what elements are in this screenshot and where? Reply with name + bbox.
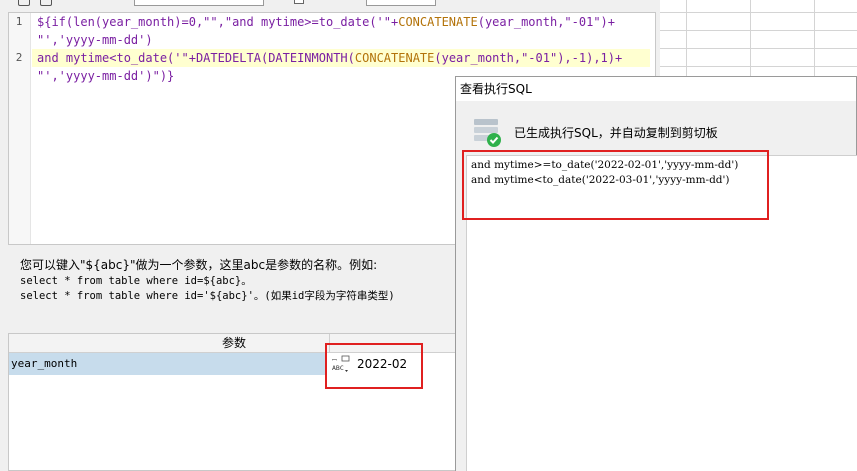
toolbar-combo[interactable]	[366, 0, 436, 6]
view-sql-dialog: 查看执行SQL 已生成执行SQL，并自动复制到剪切板 and mytime>=t…	[455, 76, 857, 471]
annotation-box	[325, 343, 423, 389]
hint-title: 您可以键入"${abc}"做为一个参数，这里abc是参数的名称。例如:	[20, 258, 378, 272]
toolbar-icon[interactable]	[40, 0, 52, 6]
param-row-name[interactable]: year_month	[9, 353, 327, 375]
code-token: "','yyyy-mm-dd')")}	[37, 69, 175, 83]
annotation-box	[462, 150, 769, 220]
code-line-1: ${if(len(year_month)=0,"","and mytime>=t…	[37, 13, 655, 31]
code-function: CONCATENATE	[354, 51, 435, 65]
param-header-label: 参数	[221, 336, 246, 350]
parameter-hint: 您可以键入"${abc}"做为一个参数，这里abc是参数的名称。例如: sele…	[20, 256, 460, 304]
code-line-2: and mytime<to_date('"+DATEDELTA(DATEINMO…	[32, 49, 650, 67]
code-token: and mytime<to_date('"+DATEDELTA(DATEINMO…	[37, 51, 355, 65]
code-function: CONCATENATE	[398, 15, 478, 29]
line-number: 2	[15, 51, 23, 64]
code-token: ${if(len(year_month)=0,"","and mytime>=t…	[37, 15, 399, 29]
toolbar	[0, 0, 660, 8]
database-success-icon	[472, 117, 502, 147]
hint-example-1: select * from table where id=${abc}。	[20, 275, 252, 287]
hint-example-2: select * from table where id='${abc}'。(如…	[20, 290, 395, 302]
toolbar-combo[interactable]	[134, 0, 264, 6]
line-number: 1	[15, 15, 23, 28]
toolbar-checkbox[interactable]	[294, 0, 304, 4]
code-token: (year_month,"-01"),-1),1)+	[434, 51, 623, 65]
dialog-message: 已生成执行SQL，并自动复制到剪切板	[514, 126, 718, 140]
toolbar-icon[interactable]	[18, 0, 30, 6]
code-line-1-wrap: "','yyyy-mm-dd')	[37, 31, 655, 49]
dialog-title: 查看执行SQL	[456, 77, 856, 101]
code-token: "','yyyy-mm-dd')	[37, 33, 153, 47]
code-token: (year_month,"-01")+	[477, 15, 615, 29]
line-gutter: 1 2	[9, 13, 31, 244]
